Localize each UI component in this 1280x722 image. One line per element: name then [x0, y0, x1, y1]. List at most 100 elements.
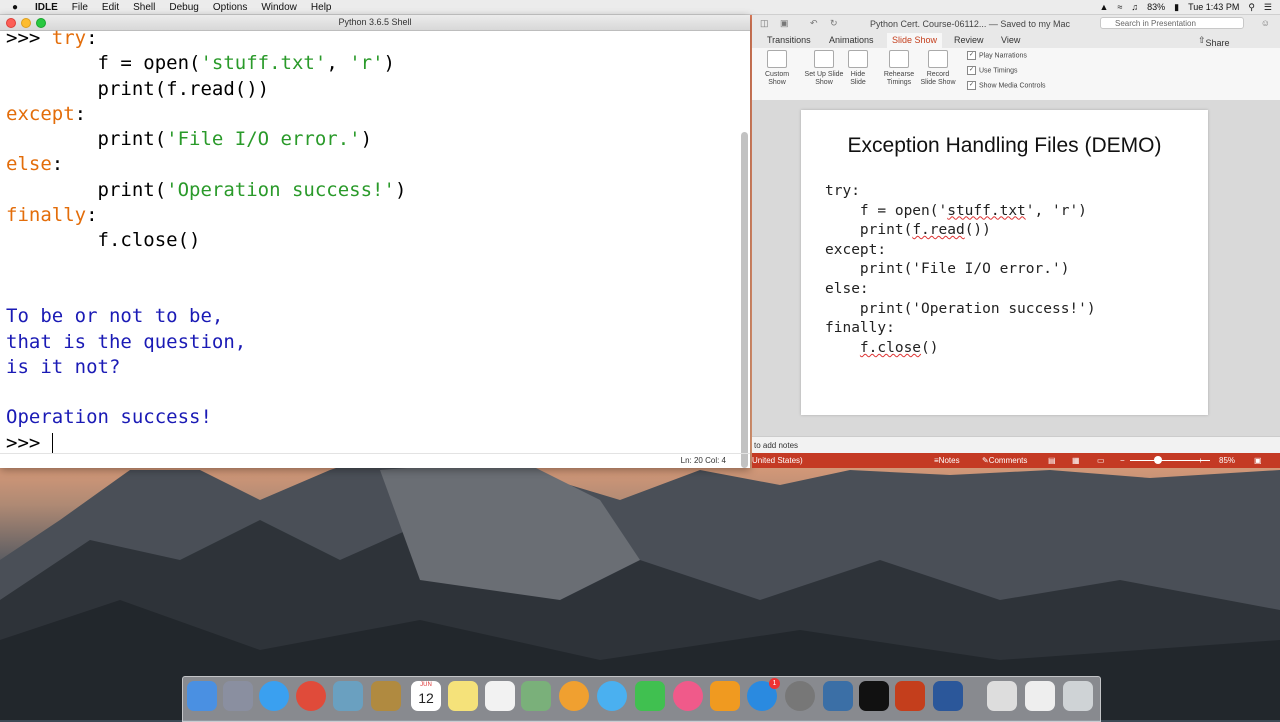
- notes-pane[interactable]: to add notes: [752, 436, 1280, 454]
- undo-icon[interactable]: ↶: [810, 18, 818, 29]
- setup-slideshow-button[interactable]: Set Up Slide Show: [804, 50, 844, 87]
- terminal-icon[interactable]: [859, 681, 889, 711]
- slide-sorter-icon[interactable]: ▦: [1072, 453, 1080, 468]
- menu-shell[interactable]: Shell: [133, 2, 155, 13]
- powerpoint-icon[interactable]: [895, 681, 925, 711]
- notification-center-icon[interactable]: ☰: [1264, 2, 1272, 13]
- contacts-icon[interactable]: [371, 681, 401, 711]
- trash-icon[interactable]: [1063, 681, 1093, 711]
- custom-show-button[interactable]: Custom Show: [764, 50, 790, 87]
- custom-show-label: Custom Show: [764, 71, 790, 86]
- slide-editor-canvas[interactable]: Exception Handling Files (DEMO) try: f =…: [752, 100, 1280, 436]
- wifi-icon[interactable]: ≈: [1117, 2, 1122, 12]
- menu-options[interactable]: Options: [213, 2, 247, 13]
- code-colon: :: [51, 153, 64, 176]
- save-icon[interactable]: ▣: [780, 18, 789, 29]
- calendar-icon[interactable]: JUN 12: [411, 681, 441, 711]
- app-store-icon[interactable]: 1: [747, 678, 780, 711]
- menu-file[interactable]: File: [72, 2, 88, 13]
- rehearse-timings-button[interactable]: Rehearse Timings: [882, 50, 916, 87]
- downloads-stack-icon[interactable]: [987, 681, 1017, 711]
- setup-label: Set Up Slide Show: [804, 71, 844, 86]
- comments-button[interactable]: ✎ Comments: [982, 453, 1027, 468]
- launchpad-icon[interactable]: [223, 681, 253, 711]
- zoom-percent[interactable]: 85%: [1219, 453, 1235, 468]
- play-narrations-checkbox[interactable]: ✓ Play Narrations: [967, 51, 1027, 60]
- reading-view-icon[interactable]: ▭: [1097, 453, 1105, 468]
- tab-review[interactable]: Review: [954, 35, 984, 45]
- facetime-icon[interactable]: [635, 681, 665, 711]
- menubar-clock[interactable]: Tue 1:43 PM: [1188, 2, 1239, 12]
- preview-icon[interactable]: [333, 681, 363, 711]
- presentation-search-input[interactable]: Search in Presentation: [1100, 17, 1244, 29]
- keyword-except: except: [6, 102, 75, 125]
- chrome-icon[interactable]: [296, 681, 326, 711]
- zoom-slider-knob[interactable]: [1154, 456, 1162, 464]
- record-label: Record Slide Show: [920, 71, 956, 86]
- spellcheck-word: f.close: [859, 339, 922, 356]
- hide-slide-button[interactable]: Hide Slide: [848, 50, 868, 87]
- menu-debug[interactable]: Debug: [169, 2, 198, 13]
- language-status[interactable]: United States): [752, 453, 803, 468]
- volume-icon[interactable]: ♫: [1131, 2, 1138, 12]
- battery-icon[interactable]: ▮: [1174, 2, 1179, 13]
- keyword-try: try: [51, 27, 87, 49]
- word-icon[interactable]: [933, 681, 963, 711]
- code-line: f = open(: [6, 52, 201, 75]
- menu-help[interactable]: Help: [311, 2, 332, 13]
- vertical-scrollbar[interactable]: [741, 132, 748, 468]
- smiley-feedback-icon[interactable]: ☺: [1261, 18, 1270, 28]
- menu-window[interactable]: Window: [261, 2, 297, 13]
- tab-view[interactable]: View: [1001, 35, 1020, 45]
- chk-label: Show Media Controls: [979, 82, 1046, 90]
- use-timings-checkbox[interactable]: ✓ Use Timings: [967, 66, 1018, 75]
- tab-slide-show[interactable]: Slide Show: [887, 33, 943, 48]
- menu-edit[interactable]: Edit: [102, 2, 119, 13]
- notes-app-icon[interactable]: [448, 681, 478, 711]
- fit-to-window-icon[interactable]: ▣: [1254, 453, 1262, 468]
- slide-code-line: finally:: [825, 320, 895, 337]
- python-idle-icon[interactable]: [823, 681, 853, 711]
- system-preferences-icon[interactable]: [785, 681, 815, 711]
- idle-statusbar: Ln: 20 Col: 4: [0, 453, 750, 468]
- spotlight-icon[interactable]: ⚲: [1248, 2, 1255, 13]
- safari-icon[interactable]: [259, 681, 289, 711]
- sidebar-toggle-icon[interactable]: ◫: [760, 18, 769, 29]
- redo-icon[interactable]: ↻: [830, 18, 838, 29]
- hide-slide-icon: [848, 50, 868, 68]
- photos-icon[interactable]: [559, 681, 589, 711]
- finder-icon[interactable]: [187, 681, 217, 711]
- slide-code-box[interactable]: try: f = open('stuff.txt', 'r') print(f.…: [825, 182, 1096, 358]
- apple-menu-icon[interactable]: ●: [12, 2, 28, 13]
- photo-booth-icon[interactable]: [521, 681, 551, 711]
- zoom-out-icon[interactable]: −: [1120, 453, 1125, 468]
- code-line: print(: [6, 128, 167, 151]
- document-title: Python Cert. Course-06112... — Saved to …: [870, 19, 1070, 29]
- tab-transitions[interactable]: Transitions: [767, 35, 811, 45]
- share-label: Share: [1205, 38, 1230, 48]
- airplay-icon[interactable]: ▲: [1100, 2, 1109, 12]
- code-string: 'Operation success!': [166, 178, 395, 201]
- comments-btn-label: Comments: [988, 456, 1028, 465]
- documents-stack-icon[interactable]: [1025, 681, 1055, 711]
- show-media-controls-checkbox[interactable]: ✓ Show Media Controls: [967, 81, 1046, 90]
- record-slideshow-button[interactable]: Record Slide Show: [918, 50, 958, 87]
- tab-animations[interactable]: Animations: [829, 35, 874, 45]
- normal-view-icon[interactable]: ▤: [1048, 453, 1056, 468]
- slide-title[interactable]: Exception Handling Files (DEMO): [801, 134, 1208, 158]
- ibooks-icon[interactable]: [710, 681, 740, 711]
- app-menu[interactable]: IDLE: [35, 2, 58, 13]
- shell-text-area[interactable]: >>> try: f = open('stuff.txt', 'r') prin…: [6, 26, 406, 456]
- zoom-in-icon[interactable]: +: [1198, 453, 1203, 468]
- code-paren: ): [360, 128, 373, 151]
- notes-button[interactable]: ≡ Notes: [934, 453, 960, 468]
- checkmark-icon: ✓: [967, 81, 976, 90]
- reminders-icon[interactable]: [485, 681, 515, 711]
- ppt-titlebar[interactable]: ◫ ▣ ↶ ↻ Python Cert. Course-06112... — S…: [752, 15, 1280, 32]
- messages-icon[interactable]: [597, 681, 627, 711]
- share-button[interactable]: ⇧ Share: [1198, 35, 1230, 48]
- slide[interactable]: Exception Handling Files (DEMO) try: f =…: [801, 110, 1208, 415]
- code-string: 'r': [349, 52, 384, 75]
- itunes-icon[interactable]: [673, 681, 703, 711]
- battery-percent[interactable]: 83%: [1147, 2, 1165, 12]
